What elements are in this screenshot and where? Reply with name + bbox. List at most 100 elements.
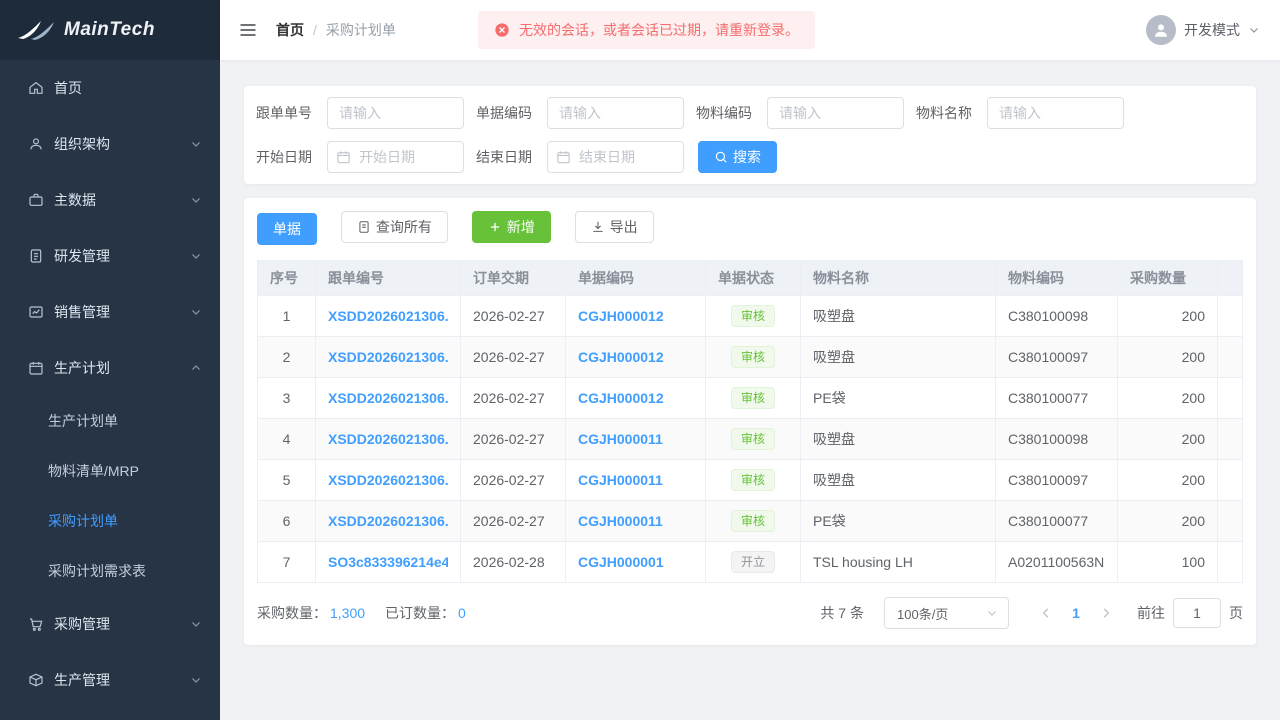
material-name-input[interactable] [987,97,1124,129]
topbar: 首页 / 采购计划单 无效的会话，或者会话已过期，请重新登录。 开发模式 [220,0,1280,60]
user-icon [28,136,44,152]
order-link[interactable]: XSDD2026021306... [328,513,448,529]
order-link[interactable]: XSDD2026021306... [328,308,448,324]
sidebar: MainTech 首页 组织架构 主数据 研发管理 [0,0,220,720]
sidebar-item-production-planning[interactable]: 生产计划 [0,340,220,396]
search-button[interactable]: 搜索 [698,141,777,173]
cell-code: C380100097 [996,460,1118,501]
session-error-alert: 无效的会话，或者会话已过期，请重新登录。 [478,11,815,49]
doc-link[interactable]: CGJH000001 [578,554,693,570]
column-header-code: 物料编码 [996,261,1118,296]
filter-material-name: 物料名称 [916,97,1124,129]
cell-material: 吸塑盘 [801,337,996,378]
filter-row-2: 开始日期 结束日期 [256,141,1244,173]
order-number-input[interactable] [327,97,464,129]
cell-code: A0201100563N [996,542,1118,583]
sidebar-subitem-bom-mrp[interactable]: 物料清单/MRP [0,446,220,496]
cell-material: PE袋 [801,501,996,542]
column-header-status: 单据状态 [706,261,801,296]
document-button-label: 单据 [273,222,301,236]
goto-page-input[interactable] [1173,598,1221,628]
filter-material-code: 物料编码 [696,97,904,129]
export-button-label: 导出 [610,220,638,234]
doc-link[interactable]: CGJH000012 [578,308,693,324]
filter-label: 物料编码 [696,103,752,123]
table-panel: 单据 查询所有 新增 导出 [244,198,1256,645]
table-row: 3 XSDD2026021306... 2026-02-27 CGJH00001… [258,378,1243,419]
order-link[interactable]: XSDD2026021306... [328,431,448,447]
sidebar-item-rnd-management[interactable]: 研发管理 [0,228,220,284]
cell-qty: 200 [1118,378,1218,419]
table-row: 7 SO3c833396214e40 2026-02-28 CGJH000001… [258,542,1243,583]
chevron-down-icon [190,618,202,630]
sidebar-subitem-purchase-plan[interactable]: 采购计划单 [0,496,220,546]
main-area: 首页 / 采购计划单 无效的会话，或者会话已过期，请重新登录。 开发模式 [220,0,1280,720]
page-size-select[interactable]: 100条/页 [884,597,1009,629]
export-button[interactable]: 导出 [575,211,654,243]
brand-logo-icon [16,18,56,42]
purchase-plan-table: 序号 跟单编号 订单交期 单据编码 单据状态 物料名称 物料编码 采购数量 [257,260,1243,583]
sidebar-item-production-management[interactable]: 生产管理 [0,652,220,708]
user-menu[interactable]: 开发模式 [1146,15,1260,45]
filter-order-number: 跟单单号 [256,97,464,129]
order-link[interactable]: XSDD2026021306... [328,472,448,488]
document-button[interactable]: 单据 [257,213,317,245]
sidebar-item-label: 研发管理 [54,246,190,266]
doc-link[interactable]: CGJH000011 [578,472,693,488]
next-page-icon[interactable] [1099,606,1113,620]
filter-label: 跟单单号 [256,103,312,123]
order-link[interactable]: SO3c833396214e40 [328,554,448,570]
sidebar-item-label: 生产管理 [54,670,190,690]
cell-date: 2026-02-28 [461,542,566,583]
sidebar-subitem-purchase-plan-demand[interactable]: 采购计划需求表 [0,546,220,596]
sidebar-item-home[interactable]: 首页 [0,60,220,116]
doc-link[interactable]: CGJH000012 [578,390,693,406]
status-badge: 审核 [731,428,775,450]
page-number-1[interactable]: 1 [1067,605,1085,621]
sidebar-subitem-label: 物料清单/MRP [48,461,139,481]
doc-link[interactable]: CGJH000011 [578,431,693,447]
breadcrumb-home[interactable]: 首页 [276,20,304,40]
hamburger-menu-icon[interactable] [238,20,258,40]
cell-seq: 6 [258,501,316,542]
start-date-input[interactable] [327,141,464,173]
query-all-button[interactable]: 查询所有 [341,211,448,243]
add-button-label: 新增 [507,220,535,234]
cell-seq: 4 [258,419,316,460]
total-count: 共 7 条 [820,603,864,623]
end-date-input[interactable] [547,141,684,173]
home-icon [28,80,44,96]
status-badge: 审核 [731,305,775,327]
table-footer: 采购数量： 1,300 已订数量： 0 共 7 条 100条/页 1 前往 [257,597,1243,629]
filter-label: 结束日期 [476,147,532,167]
order-link[interactable]: XSDD2026021306... [328,349,448,365]
sidebar-item-master-data[interactable]: 主数据 [0,172,220,228]
table-row: 6 XSDD2026021306... 2026-02-27 CGJH00001… [258,501,1243,542]
order-link[interactable]: XSDD2026021306... [328,390,448,406]
cell-overflow [1218,419,1243,460]
page-size-value: 100条/页 [897,604,948,623]
filter-label: 单据编码 [476,103,532,123]
cell-code: C380100098 [996,296,1118,337]
sidebar-item-organization[interactable]: 组织架构 [0,116,220,172]
cell-qty: 100 [1118,542,1218,583]
table-row: 2 XSDD2026021306... 2026-02-27 CGJH00001… [258,337,1243,378]
sidebar-item-purchase-management[interactable]: 采购管理 [0,596,220,652]
chart-icon [28,304,44,320]
sidebar-subitem-production-plan[interactable]: 生产计划单 [0,396,220,446]
chevron-down-icon [190,138,202,150]
ordered-qty-label: 已订数量： [385,603,455,623]
page-unit-label: 页 [1229,603,1243,623]
material-code-input[interactable] [767,97,904,129]
prev-page-icon[interactable] [1039,606,1053,620]
chevron-down-icon [190,250,202,262]
doc-link[interactable]: CGJH000012 [578,349,693,365]
doc-link[interactable]: CGJH000011 [578,513,693,529]
sidebar-item-label: 采购管理 [54,614,190,634]
add-button[interactable]: 新增 [472,211,551,243]
alert-message: 无效的会话，或者会话已过期，请重新登录。 [519,20,799,40]
sidebar-item-sales-management[interactable]: 销售管理 [0,284,220,340]
cell-material: PE袋 [801,378,996,419]
doc-code-input[interactable] [547,97,684,129]
search-button-label: 搜索 [733,150,761,164]
